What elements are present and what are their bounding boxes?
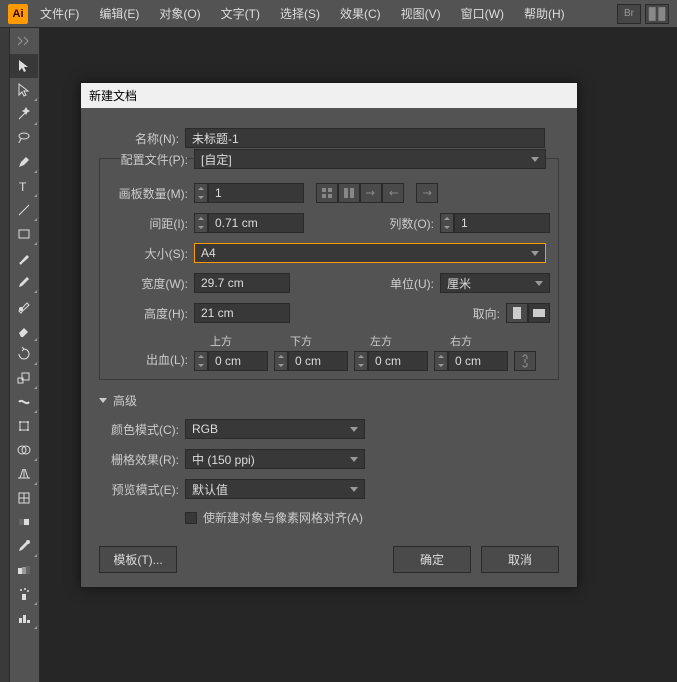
colormode-select[interactable]: RGB [185,419,365,439]
shape-builder-tool[interactable] [10,438,38,462]
bleed-left-label: 左方 [354,333,428,349]
menu-help[interactable]: 帮助(H) [516,1,573,26]
bleed-right-input[interactable] [448,351,508,371]
raster-select[interactable]: 中 (150 ppi) [185,449,365,469]
symbol-sprayer-tool[interactable] [10,582,38,606]
menu-select[interactable]: 选择(S) [272,1,328,26]
profile-label: 配置文件(P): [108,151,194,168]
grid-by-col-icon[interactable] [338,183,360,203]
eraser-tool[interactable] [10,318,38,342]
bleed-right-stepper[interactable] [434,351,448,371]
bleed-bottom-stepper[interactable] [274,351,288,371]
colormode-label: 颜色模式(C): [99,421,185,438]
blob-brush-tool[interactable] [10,294,38,318]
width-input[interactable] [194,273,290,293]
align-pixel-label: 使新建对象与像素网格对齐(A) [203,509,363,526]
change-artboard-icon[interactable] [416,183,438,203]
tools-panel: T [10,28,40,682]
preview-select[interactable]: 默认值 [185,479,365,499]
tool-handle[interactable] [10,30,38,54]
svg-text:T: T [19,180,27,194]
line-tool[interactable] [10,198,38,222]
bleed-left-input[interactable] [368,351,428,371]
size-label: 大小(S): [108,245,194,262]
lasso-tool[interactable] [10,126,38,150]
width-tool[interactable] [10,390,38,414]
spacing-label: 间距(I): [108,215,194,232]
menu-edit[interactable]: 编辑(E) [91,1,147,26]
artboards-stepper[interactable] [194,183,208,203]
name-label: 名称(N): [99,130,185,147]
pencil-tool[interactable] [10,270,38,294]
size-select[interactable]: A4 [194,243,546,263]
row-rtl-icon[interactable] [382,183,404,203]
paintbrush-tool[interactable] [10,246,38,270]
spacing-stepper[interactable] [194,213,208,233]
direct-selection-tool[interactable] [10,78,38,102]
raster-label: 栅格效果(R): [99,451,185,468]
ok-button[interactable]: 确定 [393,546,471,573]
rectangle-tool[interactable] [10,222,38,246]
menu-type[interactable]: 文字(T) [213,1,268,26]
ai-logo: Ai [8,4,28,24]
profile-select[interactable]: [自定] [194,149,546,169]
preview-label: 预览模式(E): [99,481,185,498]
orientation-landscape[interactable] [528,303,550,323]
bleed-bottom-label: 下方 [274,333,348,349]
bridge-icon[interactable]: Br [617,4,641,24]
units-select[interactable]: 厘米 [440,273,550,293]
orientation-portrait[interactable] [506,303,528,323]
menu-view[interactable]: 视图(V) [393,1,449,26]
grid-by-row-icon[interactable] [316,183,338,203]
gradient-tool[interactable] [10,510,38,534]
bleed-top-stepper[interactable] [194,351,208,371]
bleed-top-input[interactable] [208,351,268,371]
artboards-label: 画板数量(M): [108,185,194,202]
link-bleed-icon[interactable] [514,351,536,371]
mesh-tool[interactable] [10,486,38,510]
row-ltr-icon[interactable] [360,183,382,203]
type-tool[interactable]: T [10,174,38,198]
rotate-tool[interactable] [10,342,38,366]
template-button[interactable]: 模板(T)... [99,546,177,573]
spacing-input[interactable] [208,213,304,233]
columns-input[interactable] [454,213,550,233]
menu-effect[interactable]: 效果(C) [332,1,389,26]
bleed-left-stepper[interactable] [354,351,368,371]
blend-tool[interactable] [10,558,38,582]
units-label: 单位(U): [380,275,440,292]
bleed-right-label: 右方 [434,333,508,349]
bleed-top-label: 上方 [194,333,268,349]
pen-tool[interactable] [10,150,38,174]
dialog-title: 新建文档 [81,83,577,108]
bleed-label: 出血(L): [108,351,194,371]
height-label: 高度(H): [108,305,194,322]
scale-tool[interactable] [10,366,38,390]
column-graph-tool[interactable] [10,606,38,630]
arrange-icon[interactable] [645,4,669,24]
eyedropper-tool[interactable] [10,534,38,558]
artboards-input[interactable] [208,183,304,203]
cancel-button[interactable]: 取消 [481,546,559,573]
menu-window[interactable]: 窗口(W) [453,1,512,26]
height-input[interactable] [194,303,290,323]
orientation-label: 取向: [464,305,506,322]
bleed-bottom-input[interactable] [288,351,348,371]
align-pixel-checkbox[interactable] [185,512,197,524]
selection-tool[interactable] [10,54,38,78]
perspective-tool[interactable] [10,462,38,486]
name-input[interactable] [185,128,545,148]
menu-file[interactable]: 文件(F) [32,1,87,26]
width-label: 宽度(W): [108,275,194,292]
advanced-disclosure[interactable]: 高级 [99,392,559,409]
columns-label: 列数(O): [380,215,440,232]
magic-wand-tool[interactable] [10,102,38,126]
menubar: Ai 文件(F) 编辑(E) 对象(O) 文字(T) 选择(S) 效果(C) 视… [0,0,677,28]
new-document-dialog: 新建文档 名称(N): 配置文件(P): [自定] 画板数量(M): [80,82,578,588]
columns-stepper[interactable] [440,213,454,233]
free-transform-tool[interactable] [10,414,38,438]
menu-object[interactable]: 对象(O) [151,1,208,26]
advanced-label: 高级 [113,392,137,409]
